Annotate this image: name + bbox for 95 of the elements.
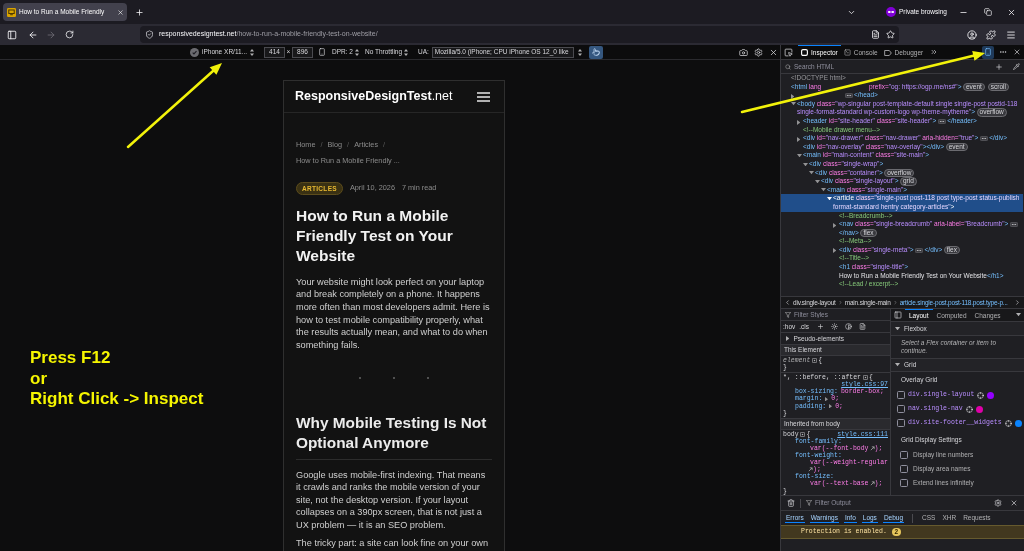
document-icon[interactable] — [859, 323, 867, 330]
triangle-icon[interactable] — [797, 119, 801, 125]
checkbox[interactable] — [900, 451, 908, 459]
ellipsis-icon[interactable] — [979, 135, 988, 141]
crosshair-icon[interactable] — [1004, 419, 1012, 427]
pick-element-icon[interactable] — [784, 47, 793, 57]
triangle-icon[interactable] — [827, 196, 832, 201]
more-icon[interactable] — [999, 48, 1007, 56]
sidebar-icon[interactable] — [894, 311, 902, 319]
restore-icon[interactable] — [984, 8, 992, 16]
menu-icon[interactable] — [1006, 29, 1016, 40]
triangle-icon[interactable] — [791, 102, 796, 106]
ellipsis-icon[interactable] — [937, 118, 946, 124]
plus-icon[interactable] — [135, 7, 144, 17]
sun-icon[interactable] — [831, 323, 839, 330]
chevron-right-icon — [837, 300, 843, 305]
annotation-text: or — [30, 368, 47, 389]
responsive-mode-button[interactable] — [982, 45, 994, 59]
settings-icon[interactable] — [994, 499, 1002, 507]
camera-icon[interactable] — [739, 47, 748, 57]
checkbox[interactable] — [897, 419, 905, 427]
crosshair-icon[interactable] — [965, 405, 973, 413]
arrow-icon[interactable] — [869, 445, 875, 451]
lead-paragraph: Your website might look perfect on your laptop and break completely on a phone. It happens more often than most developers admit. Here is how to test mobile compatibility properly, what the results actually mean, and what to do when something fails. — [296, 275, 491, 352]
checkbox[interactable] — [900, 465, 908, 473]
checkbox[interactable] — [897, 391, 905, 399]
highlighter-icon[interactable] — [800, 431, 806, 437]
ellipsis-icon[interactable] — [1009, 221, 1018, 227]
favicon-icon — [7, 7, 16, 17]
triangle-icon[interactable] — [809, 171, 814, 175]
settings-icon[interactable] — [754, 47, 763, 57]
menu-icon[interactable] — [477, 91, 490, 102]
close-icon[interactable] — [1007, 7, 1016, 17]
search-icon — [785, 63, 791, 70]
chevron-right-icon — [892, 300, 898, 305]
ellipsis-icon[interactable] — [915, 247, 924, 253]
filter-icon — [806, 500, 812, 506]
mask-icon — [885, 7, 896, 17]
triangle-icon[interactable] — [797, 153, 802, 158]
triangle-icon[interactable] — [815, 179, 820, 184]
arrow-icon[interactable] — [808, 467, 813, 472]
contrast-icon[interactable] — [845, 323, 853, 330]
triangle-icon[interactable] — [803, 162, 808, 166]
phone-icon[interactable] — [318, 48, 326, 56]
up-down-arrows-icon — [250, 48, 255, 56]
triangle-icon[interactable] — [833, 248, 837, 254]
triangle-icon[interactable] — [833, 222, 837, 228]
eyedropper-icon[interactable] — [1013, 63, 1020, 70]
square-icon — [801, 49, 808, 56]
triangle-icon[interactable] — [821, 188, 826, 192]
hand-pointer-icon — [591, 48, 600, 56]
highlighter-icon[interactable] — [811, 357, 817, 363]
close-icon[interactable] — [1010, 499, 1018, 507]
section-heading: Why Mobile Testing Is Not Optional Anymore — [296, 412, 492, 460]
checkbox[interactable] — [900, 479, 908, 487]
dropdown-triangle-icon[interactable] — [1016, 313, 1021, 317]
check-circle-icon — [190, 47, 199, 57]
user-circle-icon[interactable] — [967, 29, 977, 40]
plus-icon[interactable] — [817, 323, 825, 330]
shield-icon[interactable] — [145, 30, 154, 39]
annotation-text: Press F12 — [30, 348, 111, 369]
article-title: How to Run a Mobile Friendly Test on Your Website — [296, 206, 454, 266]
filter-icon — [785, 311, 791, 318]
close-icon[interactable] — [1013, 48, 1021, 56]
trash-icon[interactable] — [787, 499, 795, 507]
tag-icon — [883, 49, 892, 56]
chevron-right-icon[interactable] — [1014, 299, 1021, 306]
triangle-icon[interactable] — [791, 93, 795, 99]
site-logo[interactable]: ResponsiveDesignTest.net — [295, 87, 453, 106]
crosshair-icon[interactable] — [977, 391, 985, 399]
color-swatch-icon[interactable] — [1014, 419, 1022, 427]
puzzle-icon[interactable] — [986, 29, 996, 40]
up-down-arrows-icon[interactable] — [577, 48, 582, 56]
plus-icon[interactable] — [995, 62, 1003, 71]
body-paragraph: The tricky part: a site can look fine on your own — [296, 537, 489, 550]
ellipsis-icon[interactable] — [844, 92, 853, 98]
terminal-icon — [843, 49, 851, 56]
highlighter-icon[interactable] — [862, 374, 868, 380]
chevron-left-icon[interactable] — [784, 299, 791, 306]
phone-icon — [984, 48, 992, 56]
color-swatch-icon[interactable] — [975, 405, 983, 413]
chevrons-right-icon[interactable] — [930, 48, 939, 56]
arrow-icon[interactable] — [869, 481, 875, 487]
left-arrow-icon[interactable] — [28, 29, 38, 40]
triangle-icon[interactable] — [797, 136, 801, 142]
up-down-arrows-icon — [354, 48, 359, 56]
up-down-arrows-icon — [404, 48, 409, 56]
color-swatch-icon[interactable] — [987, 391, 995, 399]
body-paragraph: Google uses mobile-first indexing. That means it crawls and ranks the mobile version of your site, not the desktop version. If your layout collapses on a 390px screen, that is not just a UX problem — it is an SEO problem. — [296, 468, 487, 532]
checkbox[interactable] — [897, 405, 905, 413]
close-icon[interactable] — [769, 47, 778, 57]
touch-simulation-button[interactable] — [588, 45, 603, 59]
star-icon[interactable] — [886, 30, 895, 39]
reload-icon[interactable] — [65, 30, 74, 39]
annotation-text: Right Click -> Inspect — [30, 389, 204, 410]
